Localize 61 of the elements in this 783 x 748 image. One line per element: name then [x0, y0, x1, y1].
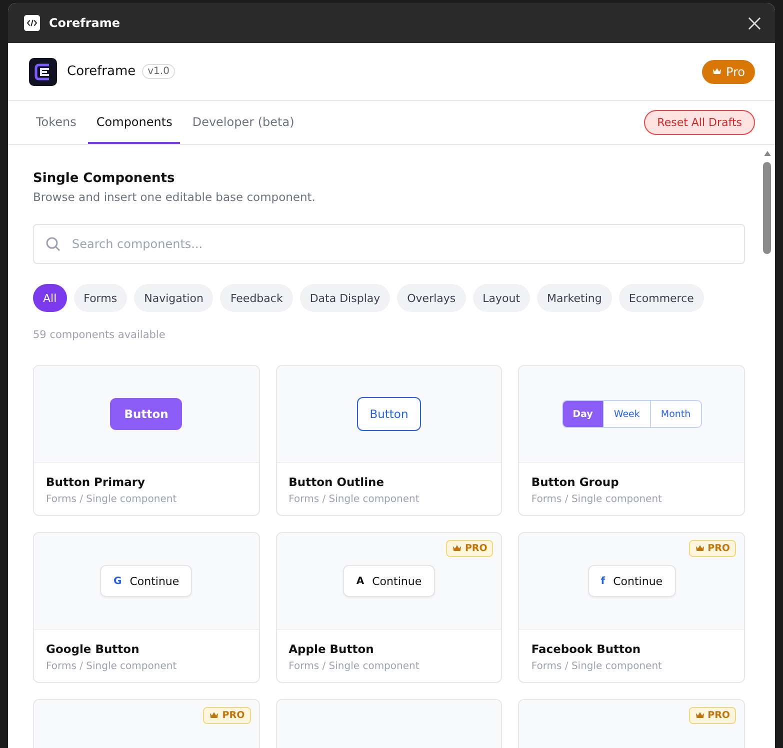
scroll-up-icon[interactable] [764, 151, 770, 156]
component-count: 59 components available [33, 329, 166, 341]
pro-badge: PRO [203, 707, 251, 724]
scroll-thumb[interactable] [763, 162, 771, 254]
card-title: Button Primary [46, 475, 146, 489]
pro-badge: PRO [688, 540, 736, 557]
crown-icon [712, 67, 722, 76]
crown-icon [209, 711, 220, 720]
component-card[interactable]: PRO f Continue Facebook Button Forms / Single component [518, 532, 745, 683]
filter-chip[interactable]: Overlays [397, 284, 466, 312]
card-category: Forms / Single component [46, 494, 178, 505]
pro-badge: PRO [446, 540, 494, 557]
reset-drafts-button[interactable]: Reset All Drafts [644, 110, 755, 135]
segment-button[interactable]: Week [602, 401, 650, 427]
component-card[interactable]: Button Button Primary Forms / Single component [33, 365, 260, 516]
code-icon [24, 15, 40, 31]
tab[interactable]: Developer (beta) [184, 101, 302, 144]
card-category: Forms / Single component [531, 494, 663, 505]
card-title: Google Button [46, 642, 140, 656]
window-title: Coreframe [49, 16, 121, 30]
filter-chip[interactable]: Ecommerce [618, 284, 704, 312]
card-title: Facebook Button [531, 642, 642, 656]
sample-button[interactable]: Button [356, 397, 422, 431]
filter-chip[interactable]: All [33, 284, 67, 312]
card-category: Forms / Single component [46, 661, 178, 672]
sample-button[interactable]: Button [110, 398, 182, 430]
card-category: Forms / Single component [288, 494, 420, 505]
tab[interactable]: Components [88, 101, 180, 144]
card-title: Apple Button [288, 642, 375, 656]
card-title: Button Outline [288, 475, 386, 489]
segment-button[interactable]: Day [562, 401, 603, 427]
component-card[interactable]: Button Button Outline Forms / Single component [276, 365, 502, 516]
filter-chip[interactable]: Layout [472, 284, 530, 312]
crown-icon [694, 544, 705, 553]
app-logo-icon [29, 58, 57, 86]
component-card[interactable]: PRO A Continue Apple Button Forms / Single component [276, 532, 502, 683]
app-name: Coreframe [67, 64, 136, 79]
filter-chip[interactable]: Marketing [537, 284, 612, 312]
card-category: Forms / Single component [531, 661, 663, 672]
filter-chip[interactable]: Forms [74, 284, 128, 312]
search-icon [45, 236, 61, 252]
component-card[interactable]: Day Week Month Button Group Forms / Single component [518, 365, 745, 516]
component-card[interactable]: G Continue Google Button Forms / Single component [33, 532, 260, 683]
filter-chip[interactable]: Data Display [300, 284, 390, 312]
section-subtitle: Browse and insert one editable base component. [33, 190, 316, 204]
tab[interactable]: Tokens [28, 101, 84, 144]
close-icon[interactable] [748, 16, 761, 30]
version-badge: v1.0 [142, 64, 176, 79]
sample-button[interactable]: G Continue [100, 565, 192, 597]
card-category: Forms / Single component [288, 661, 420, 672]
sample-button[interactable]: A Continue [343, 565, 435, 597]
sample-button[interactable]: f Continue [588, 565, 676, 597]
filter-chip[interactable]: Feedback [220, 284, 293, 312]
segment-button[interactable]: Month [650, 401, 701, 427]
crown-icon [452, 544, 462, 553]
search-field[interactable]: Search components... [33, 224, 745, 264]
card-title: Button Group [531, 475, 620, 489]
filter-chip[interactable]: Navigation [134, 284, 214, 312]
crown-icon [694, 711, 705, 720]
pro-badge: PRO [688, 707, 736, 724]
section-title: Single Components [33, 171, 176, 186]
